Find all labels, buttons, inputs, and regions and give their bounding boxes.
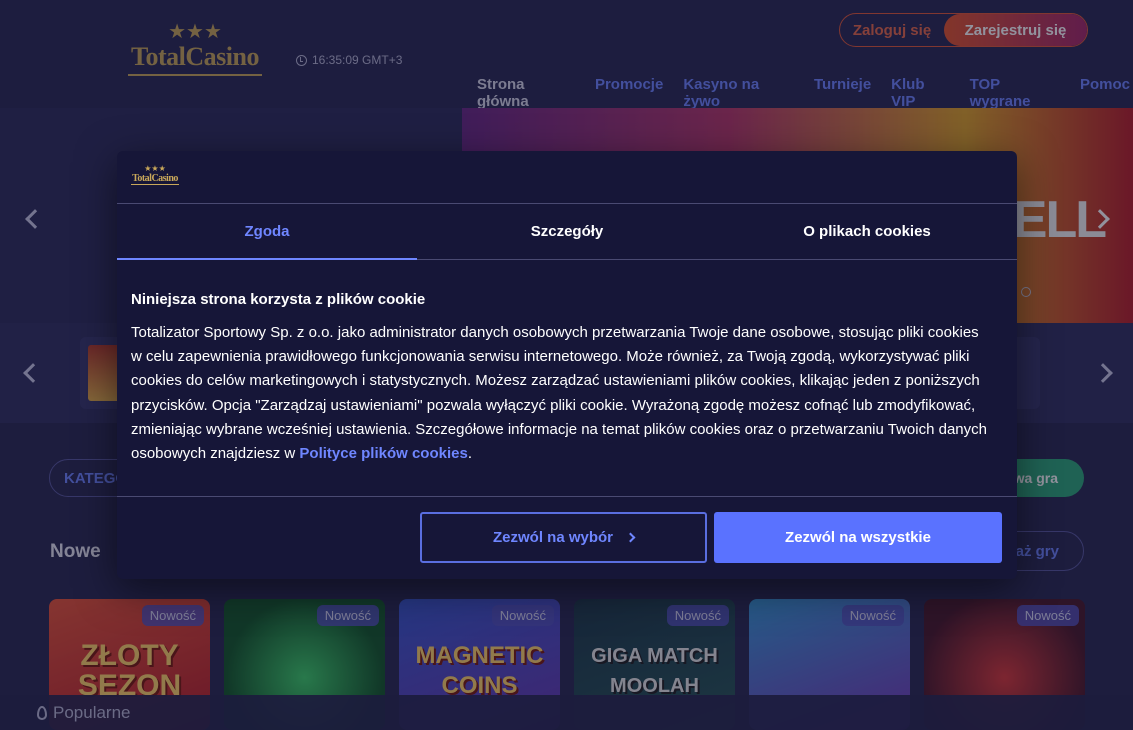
allow-selection-label: Zezwól na wybór xyxy=(492,529,613,546)
allow-selection-button[interactable]: Zezwól na wybór xyxy=(420,512,707,563)
cookie-heading: Niniejsza strona korzysta z plików cooki… xyxy=(131,291,426,308)
cookie-tabs: Zgoda Szczegóły O plikach cookies xyxy=(117,203,1017,260)
logo-stars-icon: ★★★ xyxy=(144,164,166,173)
chevron-right-icon xyxy=(625,532,636,543)
dialog-logo: ★★★ TotalCasino xyxy=(131,165,179,189)
tab-consent[interactable]: Zgoda xyxy=(117,204,417,260)
tab-details[interactable]: Szczegóły xyxy=(417,204,717,259)
cookie-body: Niniejsza strona korzysta z plików cooki… xyxy=(131,291,991,466)
cookie-text: Totalizator Sportowy Sp. z o.o. jako adm… xyxy=(131,321,991,466)
cookie-body-end: . xyxy=(467,445,472,463)
cookie-body-text: Totalizator Sportowy Sp. z o.o. jako adm… xyxy=(131,324,987,463)
tab-about-cookies[interactable]: O plikach cookies xyxy=(717,204,1017,259)
cookie-consent-dialog: ★★★ TotalCasino Zgoda Szczegóły O plikac… xyxy=(117,151,1017,579)
cookie-policy-link[interactable]: Polityce plików cookies xyxy=(299,445,467,462)
allow-all-button[interactable]: Zezwól na wszystkie xyxy=(714,512,1002,563)
logo-text: TotalCasino xyxy=(131,173,179,185)
dialog-divider xyxy=(117,496,1017,497)
